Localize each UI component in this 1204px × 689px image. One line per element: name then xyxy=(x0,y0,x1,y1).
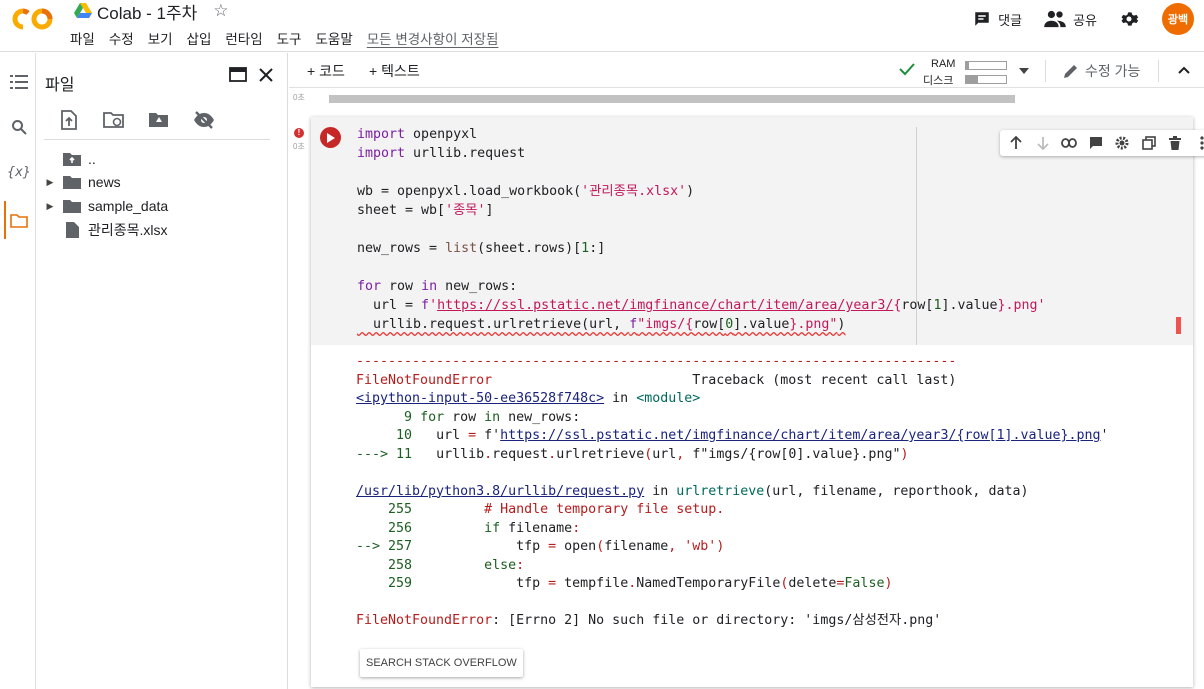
left-rail: {x} xyxy=(0,53,36,689)
search-stack-overflow-button[interactable]: SEARCH STACK OVERFLOW xyxy=(360,649,523,677)
add-code-button[interactable]: + 코드 xyxy=(307,61,345,81)
expand-icon[interactable]: ▶ xyxy=(44,177,56,188)
folder-icon xyxy=(62,197,82,215)
menu-runtime[interactable]: 런타임 xyxy=(225,28,262,48)
run-cell-button[interactable] xyxy=(320,127,341,148)
search-icon[interactable] xyxy=(8,116,30,138)
exec-time: 0초 xyxy=(293,142,305,151)
disk-label: 디스크 xyxy=(923,75,954,87)
saved-status[interactable]: 모든 변경사항이 저장됨 xyxy=(367,28,499,48)
add-text-button[interactable]: + 텍스트 xyxy=(369,61,420,81)
tree-item-parent[interactable]: .. xyxy=(44,148,96,170)
menu-help[interactable]: 도움말 xyxy=(315,28,352,48)
open-in-tab-icon[interactable] xyxy=(229,67,247,82)
table-of-contents-icon[interactable] xyxy=(8,71,30,93)
colab-logo-icon[interactable] xyxy=(12,8,56,30)
app-header: Colab - 1주차 ☆ 파일 수정 보기 삽입 런타임 도구 도움말 모든 … xyxy=(0,0,1204,52)
cell-gutter xyxy=(311,117,349,345)
share-label: 공유 xyxy=(1073,12,1097,28)
edit-mode-button[interactable]: 수정 가능 xyxy=(1063,61,1140,81)
tree-item-news[interactable]: ▶ news xyxy=(44,171,121,193)
move-up-icon[interactable] xyxy=(1003,136,1030,150)
settings-button[interactable] xyxy=(1119,9,1146,29)
menu-bar: 파일 수정 보기 삽입 런타임 도구 도움말 모든 변경사항이 저장됨 xyxy=(70,28,512,48)
folder-icon xyxy=(62,173,82,191)
edit-mode-label: 수정 가능 xyxy=(1085,63,1141,79)
prev-exec-time: 0초 xyxy=(293,93,305,102)
link-icon[interactable] xyxy=(1056,138,1083,148)
close-icon[interactable] xyxy=(259,67,273,82)
error-scroll-marker xyxy=(1176,317,1181,334)
hide-files-icon[interactable] xyxy=(193,109,215,131)
folder-icon[interactable] xyxy=(8,209,30,231)
cell-output: ----------------------------------------… xyxy=(356,354,1109,628)
notebook: 0초 0초 ! import openpyxl import urllib.re… xyxy=(289,89,1204,689)
expand-icon[interactable]: ▶ xyxy=(44,201,56,212)
avatar[interactable]: 광백 xyxy=(1162,3,1194,35)
comment-icon[interactable] xyxy=(1083,136,1110,150)
comment-icon xyxy=(975,12,989,26)
move-down-icon[interactable] xyxy=(1030,136,1057,150)
notebook-title[interactable]: Colab - 1주차 xyxy=(97,0,197,24)
code-text[interactable]: import openpyxl import urllib.request wb… xyxy=(357,125,1046,334)
menu-edit[interactable]: 수정 xyxy=(109,28,134,48)
gear-icon[interactable] xyxy=(1109,136,1136,150)
files-panel: 파일 .. ▶ news ▶ sample_data 관리종목.xlsx xyxy=(36,53,288,689)
pencil-icon xyxy=(1064,65,1077,78)
collapse-header-icon[interactable] xyxy=(1178,66,1190,74)
toolbar-divider xyxy=(1045,60,1046,82)
tree-item-label: news xyxy=(88,174,121,190)
file-icon xyxy=(62,221,82,239)
tree-item-xlsx[interactable]: 관리종목.xlsx xyxy=(44,219,168,241)
gear-icon xyxy=(1121,12,1139,26)
ram-label: RAM xyxy=(931,58,956,70)
active-indicator xyxy=(4,201,6,239)
tree-item-sample-data[interactable]: ▶ sample_data xyxy=(44,195,169,217)
files-title: 파일 xyxy=(45,77,75,94)
comment-label: 댓글 xyxy=(998,12,1023,28)
more-vert-icon[interactable] xyxy=(1189,136,1204,150)
upload-file-icon[interactable] xyxy=(58,109,80,131)
folder-up-icon xyxy=(62,150,82,168)
chevron-down-icon[interactable] xyxy=(1019,68,1029,74)
star-icon[interactable]: ☆ xyxy=(213,1,228,21)
mount-drive-icon[interactable] xyxy=(148,109,170,131)
resource-monitor[interactable]: RAM 디스크 xyxy=(899,56,1049,87)
previous-cell-scrollbar[interactable] xyxy=(329,95,1015,103)
delete-icon[interactable] xyxy=(1162,136,1189,150)
tree-item-label: 관리종목.xlsx xyxy=(88,222,168,238)
mirror-cell-icon[interactable] xyxy=(1136,136,1163,150)
ram-meter xyxy=(965,61,1007,70)
refresh-folder-icon[interactable] xyxy=(103,109,125,131)
menu-view[interactable]: 보기 xyxy=(148,28,173,48)
disk-meter xyxy=(965,75,1007,84)
code-cell[interactable]: ! import openpyxl import urllib.request … xyxy=(294,117,1204,687)
files-divider xyxy=(44,139,270,140)
notebook-toolbar: + 코드 + 텍스트 RAM 디스크 수정 가능 xyxy=(289,53,1204,88)
comment-button[interactable]: 댓글 xyxy=(973,10,1022,29)
toolbar-divider xyxy=(1158,60,1159,82)
menu-insert[interactable]: 삽입 xyxy=(187,28,212,48)
google-drive-icon[interactable] xyxy=(74,3,92,19)
error-indicator-icon: ! xyxy=(294,128,304,138)
share-button[interactable]: 공유 xyxy=(1044,10,1097,29)
cell-toolbar xyxy=(1000,130,1204,156)
tree-item-label: .. xyxy=(88,151,96,167)
people-icon xyxy=(1044,10,1066,28)
play-icon xyxy=(326,132,335,143)
menu-tools[interactable]: 도구 xyxy=(277,28,302,48)
check-icon xyxy=(899,63,915,76)
variables-icon[interactable]: {x} xyxy=(7,161,30,183)
menu-file[interactable]: 파일 xyxy=(70,28,95,48)
tree-item-label: sample_data xyxy=(88,198,169,214)
